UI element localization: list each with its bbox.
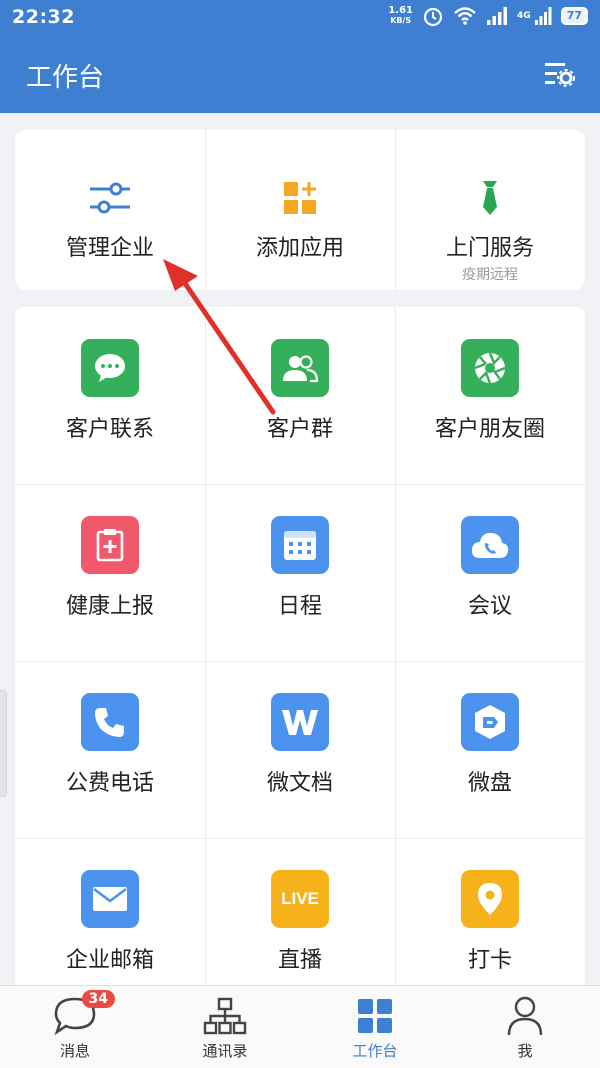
- bottom-tab-bar: 34 消息 通讯录 工作台 我: [0, 985, 600, 1068]
- alarm-icon: [423, 7, 443, 27]
- app-customer-moments[interactable]: 客户朋友圈: [395, 339, 585, 443]
- network-type: 4G: [517, 11, 531, 21]
- page-title: 工作台: [26, 63, 105, 93]
- app-customer-contact[interactable]: 客户联系: [15, 339, 205, 443]
- app-label: 微文档: [266, 771, 333, 796]
- app-label: 企业邮箱: [65, 948, 154, 973]
- tab-label: 通讯录: [202, 1042, 248, 1060]
- add-app-label: 添加应用: [255, 236, 344, 261]
- app-label: 健康上报: [65, 594, 154, 619]
- app-header: 22:32 1.61 KB/S 4G 77 工作台: [0, 0, 600, 113]
- app-documents[interactable]: 微文档: [205, 693, 395, 797]
- tie-icon: [483, 181, 497, 215]
- onsite-service-sub: 疫期远程: [462, 267, 518, 283]
- app-check-in[interactable]: 打卡: [395, 870, 585, 974]
- onsite-service-label: 上门服务: [445, 236, 534, 261]
- signal-icon: [487, 7, 508, 25]
- app-label: 日程: [277, 594, 322, 619]
- org-chart-icon: [203, 997, 247, 1035]
- app-label: 会议: [467, 594, 512, 619]
- tab-label: 我: [517, 1042, 533, 1060]
- person-icon: [507, 996, 543, 1036]
- grid-icon: [358, 999, 392, 1033]
- live-icon: LIVE: [271, 870, 329, 928]
- network-speed: 1.61 KB/S: [388, 5, 414, 26]
- divider: [15, 838, 585, 839]
- edge-drag-handle[interactable]: [0, 690, 7, 797]
- location-pin-icon: [461, 870, 519, 928]
- top-app-card: 管理企业 添加应用 上门服务 疫期远程: [15, 130, 585, 290]
- divider: [15, 484, 585, 485]
- word-w-icon: [271, 693, 329, 751]
- manage-enterprise-item[interactable]: 管理企业: [15, 172, 205, 262]
- calendar-icon: [271, 516, 329, 574]
- add-app-icon: [284, 182, 316, 214]
- phone-icon: [81, 693, 139, 751]
- app-live[interactable]: LIVE 直播: [205, 870, 395, 974]
- tab-contacts[interactable]: 通讯录: [150, 986, 300, 1068]
- app-enterprise-mail[interactable]: 企业邮箱: [15, 870, 205, 974]
- app-customer-group[interactable]: 客户群: [205, 339, 395, 443]
- add-app-item[interactable]: 添加应用: [205, 172, 395, 262]
- sliders-icon: [90, 182, 130, 214]
- tab-label: 工作台: [352, 1042, 398, 1060]
- app-meeting[interactable]: 会议: [395, 516, 585, 620]
- app-public-phone[interactable]: 公费电话: [15, 693, 205, 797]
- divider: [15, 661, 585, 662]
- status-icons: 1.61 KB/S 4G 77: [388, 5, 588, 27]
- cube-icon: [461, 693, 519, 751]
- app-label: 微盘: [467, 771, 512, 796]
- app-drive[interactable]: 微盘: [395, 693, 585, 797]
- onsite-service-item[interactable]: 上门服务 疫期远程: [395, 172, 585, 284]
- app-label: 直播: [277, 948, 322, 973]
- clipboard-plus-icon: [81, 516, 139, 574]
- aperture-icon: [461, 339, 519, 397]
- settings-icon[interactable]: [543, 58, 575, 90]
- signal-icon-2: [534, 7, 552, 25]
- app-label: 打卡: [467, 948, 512, 973]
- status-bar: 22:32 1.61 KB/S 4G 77: [0, 0, 600, 34]
- group-icon: [271, 339, 329, 397]
- app-grid: 客户联系 客户群 客户朋友圈 健康上报 日程 会议 公费电话 微文档 微盘 企业…: [15, 307, 585, 997]
- tab-me[interactable]: 我: [450, 986, 600, 1068]
- app-label: 公费电话: [65, 771, 154, 796]
- battery-icon: 77: [560, 7, 588, 25]
- tab-workbench[interactable]: 工作台: [300, 986, 450, 1068]
- tab-label: 消息: [59, 1042, 90, 1060]
- mail-icon: [81, 870, 139, 928]
- tab-messages[interactable]: 34 消息: [0, 986, 150, 1068]
- cloud-phone-icon: [461, 516, 519, 574]
- app-label: 客户朋友圈: [434, 417, 545, 442]
- chat-bubble-icon: [81, 339, 139, 397]
- status-time: 22:32: [12, 6, 75, 28]
- wifi-icon: [454, 7, 476, 25]
- app-label: 客户群: [266, 417, 333, 442]
- app-health-report[interactable]: 健康上报: [15, 516, 205, 620]
- app-schedule[interactable]: 日程: [205, 516, 395, 620]
- manage-enterprise-label: 管理企业: [65, 236, 154, 261]
- app-label: 客户联系: [65, 417, 154, 442]
- unread-badge: 34: [81, 990, 115, 1008]
